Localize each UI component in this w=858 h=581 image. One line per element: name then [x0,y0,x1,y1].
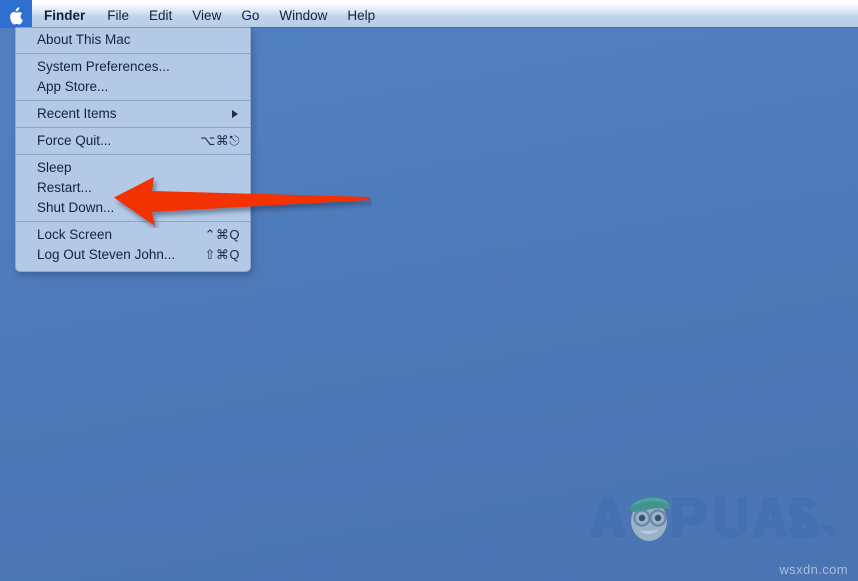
menu-item-recent-items[interactable]: Recent Items [16,104,250,124]
menu-group-power: Sleep Restart... Shut Down... [16,155,250,221]
menu-bar-item-file[interactable]: File [97,0,139,27]
apple-dropdown-menu: About This Mac System Preferences... App… [15,27,251,272]
menu-bar: Finder File Edit View Go Window Help [0,0,858,27]
menu-group-recent-items: Recent Items [16,101,250,127]
screen: wsxdn.com Finder File Edit View Go Windo… [0,0,858,581]
menu-item-label: Sleep [37,160,72,175]
menu-item-shortcut: ⇧⌘Q [204,247,240,262]
menu-item-sleep[interactable]: Sleep [16,158,250,178]
appuals-watermark [576,485,837,547]
menu-item-about-this-mac[interactable]: About This Mac [16,30,250,50]
menu-item-restart[interactable]: Restart... [16,178,250,198]
menu-item-force-quit[interactable]: Force Quit... ⌥⌘⎋ [16,131,250,151]
menu-item-label: About This Mac [37,32,131,47]
menu-group-preferences: System Preferences... App Store... [16,54,250,100]
submenu-chevron-right-icon [232,110,238,118]
menu-item-label: Recent Items [37,106,117,121]
menu-item-label: App Store... [37,79,109,94]
menu-bar-item-edit[interactable]: Edit [139,0,182,27]
menu-item-shut-down[interactable]: Shut Down... [16,198,250,218]
menu-bar-item-window[interactable]: Window [269,0,337,27]
menu-item-label: Restart... [37,180,92,195]
menu-item-system-preferences[interactable]: System Preferences... [16,57,250,77]
menu-bar-item-finder[interactable]: Finder [32,0,97,27]
apple-menu-button[interactable] [0,0,32,27]
menu-item-lock-screen[interactable]: Lock Screen ⌃⌘Q [16,225,250,245]
wsxdn-watermark: wsxdn.com [779,562,848,577]
menu-item-label: Log Out Steven John... [37,247,176,262]
menu-item-label: System Preferences... [37,59,170,74]
menu-item-label: Force Quit... [37,133,112,148]
menu-item-label: Shut Down... [37,200,115,215]
menu-group-about: About This Mac [16,27,250,53]
menu-bar-item-go[interactable]: Go [231,0,269,27]
menu-group-force-quit: Force Quit... ⌥⌘⎋ [16,128,250,154]
menu-item-log-out[interactable]: Log Out Steven John... ⇧⌘Q [16,245,250,265]
apple-logo-icon [9,6,23,24]
menu-item-shortcut: ⌃⌘Q [204,227,240,242]
menu-item-shortcut: ⌥⌘⎋ [200,133,240,148]
menu-item-app-store[interactable]: App Store... [16,77,250,97]
menu-bar-item-help[interactable]: Help [337,0,385,27]
menu-item-label: Lock Screen [37,227,113,242]
menu-group-session: Lock Screen ⌃⌘Q Log Out Steven John... ⇧… [16,222,250,268]
menu-bar-item-view[interactable]: View [182,0,231,27]
